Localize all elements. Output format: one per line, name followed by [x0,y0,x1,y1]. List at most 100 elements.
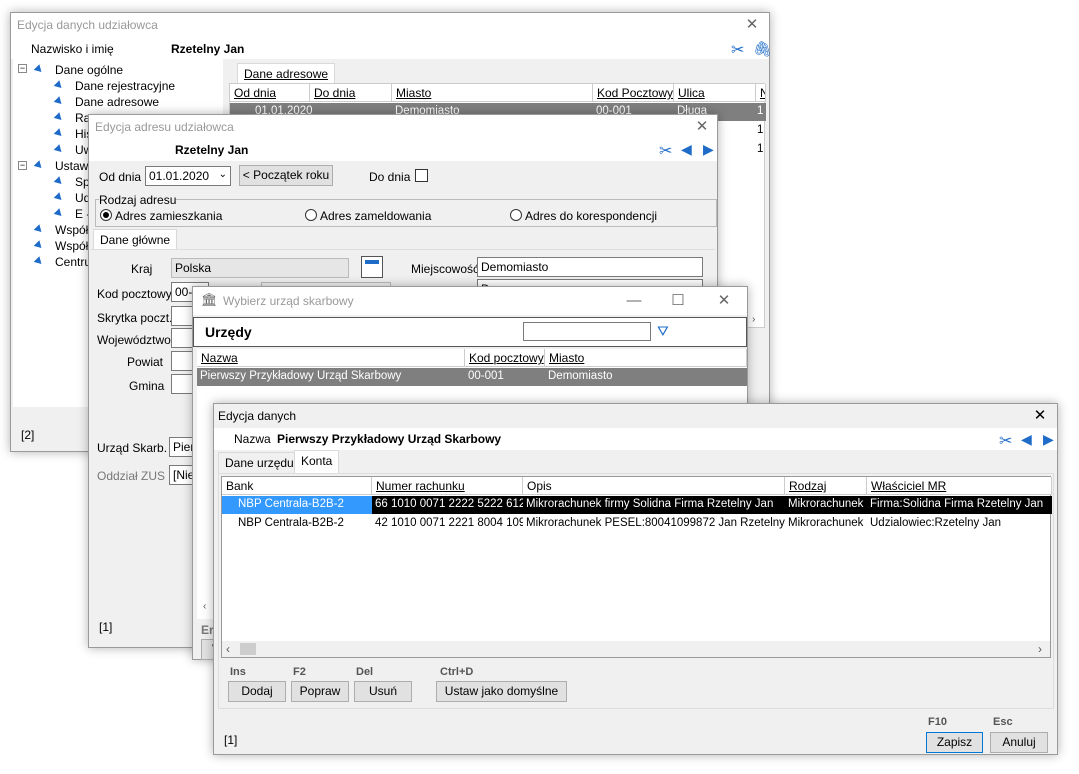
next-icon[interactable]: ▶ [1043,431,1054,448]
scroll-left-icon[interactable]: ‹ [203,601,206,612]
name-value: Rzetelny Jan [175,143,249,157]
start-of-year-button[interactable]: < Początek roku [239,165,333,186]
tab-label: Konta [301,454,333,468]
status-label: [2] [21,428,35,442]
filter-icon[interactable]: ⛛ [657,323,669,340]
col-kod[interactable]: Kod Pocztowy [593,84,674,102]
col-rodzaj[interactable]: Rodzaj [785,477,867,495]
cell-miasto: Demomiasto [548,370,613,382]
col-opis[interactable]: Opis [523,477,785,495]
cell-numer: 66 1010 0071 2222 5222 6127 [375,498,523,510]
tab-dane-adresowe[interactable]: Dane adresowe [237,63,336,83]
dodaj-button[interactable]: Dodaj [228,681,286,702]
key-ins: Ins [230,666,246,678]
col-nazwa[interactable]: Nazwa [197,349,465,367]
scissors-icon[interactable]: ✂ [659,141,672,161]
scroll-left-icon[interactable]: ‹ [226,642,230,656]
col-od-dnia[interactable]: Od dnia [230,84,310,102]
title-bar: Edycja danych ✕ [214,404,1057,428]
tree-item[interactable]: Współ [55,223,88,237]
scroll-right-icon[interactable]: › [1038,642,1042,656]
col-ulica[interactable]: Ulica [674,84,756,102]
close-icon[interactable]: ✕ [689,117,715,137]
table-row[interactable]: Pierwszy Przykładowy Urząd Skarbowy 00-0… [197,368,747,386]
node-icon [53,112,65,123]
tab-dane-glowne[interactable]: Dane główne [93,229,178,250]
close-icon[interactable]: ✕ [739,15,765,35]
od-dnia-input[interactable]: 01.01.2020 ⌄ [145,166,231,186]
konta-grid: Bank Numer rachunku Opis Rodzaj Właścici… [221,476,1052,658]
scissors-icon[interactable]: ✂ [731,40,744,60]
node-icon [53,144,65,155]
do-dnia-checkbox[interactable] [415,169,428,182]
radio-label: Adres zamieszkania [115,209,223,223]
col-miasto[interactable]: Miasto [392,84,593,102]
cancel-button[interactable]: Anuluj [990,732,1048,753]
scissors-icon[interactable]: ✂ [999,431,1012,451]
zus-label: Oddział ZUS [97,469,166,483]
col-do-dnia[interactable]: Do dnia [310,84,392,102]
col-miasto[interactable]: Miasto [545,349,747,367]
horizontal-scrollbar[interactable]: ‹ › [222,641,1050,657]
tree-item[interactable]: Dane rejestracyjne [75,79,175,93]
col-n[interactable]: N [756,84,766,102]
rodzaj-label: Rodzaj adresu [99,193,177,207]
prev-icon[interactable]: ◀ [1021,431,1032,448]
usun-button[interactable]: Usuń [354,681,412,702]
table-row[interactable]: NBP Centrala-B2B-2 42 1010 0071 2221 800… [222,515,1052,533]
key-f10: F10 [928,716,947,728]
urzad-label: Urząd Skarb. [97,441,168,455]
tab-konta[interactable]: Konta [294,450,340,474]
node-icon [53,192,65,203]
tab-dane-urzedu[interactable]: Dane urzędu [218,452,301,473]
col-bank[interactable]: Bank [222,477,372,495]
key-ctrl-d: Ctrl+D [440,666,474,678]
tree-item[interactable]: Ustawi [55,159,91,173]
search-input[interactable] [523,322,651,341]
miejscowosc-input[interactable]: Demomiasto [477,257,703,277]
popraw-button[interactable]: Popraw [291,681,349,702]
col-numer[interactable]: Numer rachunku [372,477,523,495]
tree-item[interactable]: Dane adresowe [75,95,159,109]
kraj-input[interactable]: Polska [171,258,349,278]
chevron-down-icon: ⌄ [218,169,227,180]
collapse-icon[interactable]: − [18,161,27,170]
node-icon [33,240,45,251]
save-button[interactable]: Zapisz [926,732,983,753]
tree-item[interactable]: Współ [55,239,88,253]
title-bar: Edycja danych udziałowca ✕ [11,13,769,37]
minimize-icon[interactable]: — [621,291,647,311]
node-icon [53,208,65,219]
cell-rodzaj: Mikrorachunek [788,517,864,529]
name-label: Nazwisko i imię [31,42,114,56]
node-icon [53,176,65,187]
scroll-thumb[interactable] [240,643,256,655]
kod-label: Kod pocztowy [97,287,172,301]
er-label: Er [201,623,214,637]
miejscowosc-value: Demomiasto [481,260,549,274]
cell-n: 1 [757,105,764,117]
radio-label: Adres zameldowania [320,209,432,223]
tree-item-dane-ogolne[interactable]: Dane ogólne [55,63,123,77]
miejscowosc-label: Miejscowość [411,262,480,276]
prev-icon[interactable]: ◀ [681,141,692,158]
radio-zameldowania[interactable] [305,209,317,221]
urzedy-header: Urzędy [205,324,252,340]
scroll-right-icon[interactable]: › [752,314,755,325]
node-icon [53,96,65,107]
ustaw-domyslne-button[interactable]: Ustaw jako domyślne [436,681,567,702]
calendar-icon[interactable] [361,256,383,278]
paperclip-icon[interactable]: 🖇 [753,40,772,58]
close-icon[interactable]: ✕ [1027,406,1053,426]
col-wlasciciel[interactable]: Właściciel MR [867,477,1052,495]
cell-numer: 42 1010 0071 2221 8004 1099 [375,517,523,529]
table-row[interactable]: NBP Centrala-B2B-2 66 1010 0071 2222 522… [222,496,1052,514]
radio-zamieszkania[interactable] [100,209,112,221]
maximize-icon[interactable]: ☐ [665,291,691,311]
col-kod[interactable]: Kod pocztowy [465,349,545,367]
collapse-icon[interactable]: − [18,64,27,73]
radio-korespondencji[interactable] [510,209,522,221]
close-icon[interactable]: ✕ [711,291,737,311]
next-icon[interactable]: ▶ [703,141,714,158]
window-title: Edycja danych [218,409,297,423]
